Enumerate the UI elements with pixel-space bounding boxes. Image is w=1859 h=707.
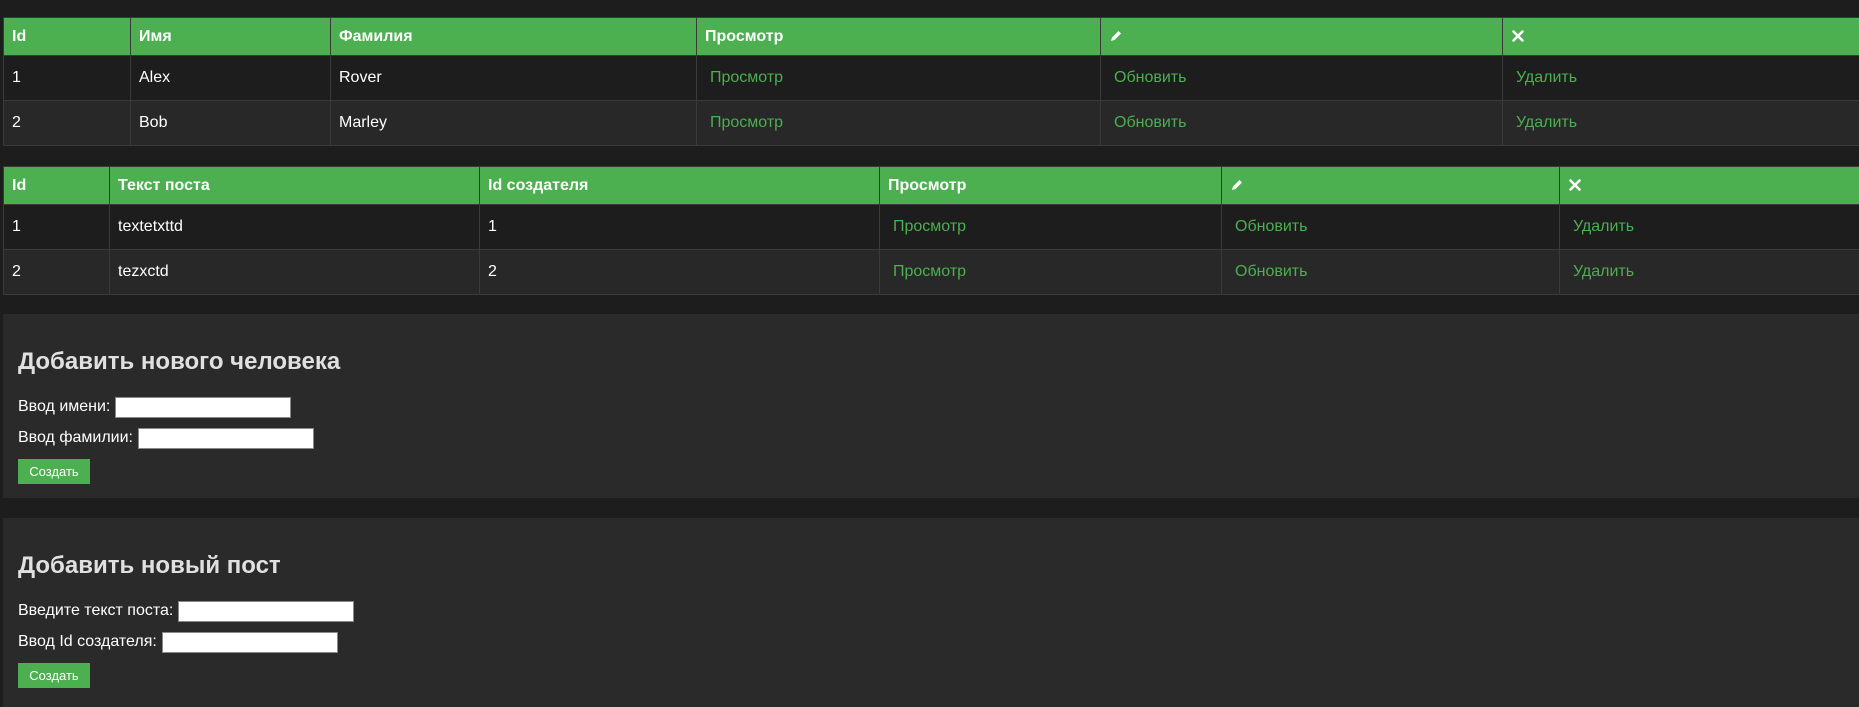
page: Id Имя Фамилия Просмотр 1 Alex Rover Про… xyxy=(0,0,1859,707)
post-text-label: Введите текст поста: xyxy=(18,602,174,619)
post-text-row: Введите текст поста: xyxy=(18,600,355,622)
first-name-row: Ввод имени: xyxy=(18,396,292,418)
table-row: 2 tezxctd 2 Просмотр Обновить Удалить xyxy=(3,249,1859,295)
cell-view: Просмотр xyxy=(879,249,1222,295)
create-post-button[interactable]: Создать xyxy=(18,663,90,688)
header-id: Id xyxy=(3,17,131,56)
posts-header-row: Id Текст поста Id создателя Просмотр xyxy=(3,166,1859,205)
header-first-name: Имя xyxy=(130,17,331,56)
cell-delete: Удалить xyxy=(1559,204,1859,250)
delete-link[interactable]: Удалить xyxy=(1511,69,1577,86)
delete-link[interactable]: Удалить xyxy=(1568,218,1634,235)
delete-link[interactable]: Удалить xyxy=(1511,114,1577,131)
header-view: Просмотр xyxy=(696,17,1101,56)
cell-first-name: Bob xyxy=(130,100,331,146)
table-row: 1 Alex Rover Просмотр Обновить Удалить xyxy=(3,55,1859,101)
update-link[interactable]: Обновить xyxy=(1109,114,1186,131)
view-link[interactable]: Просмотр xyxy=(705,69,783,86)
header-id: Id xyxy=(3,166,110,205)
cell-last-name: Marley xyxy=(330,100,697,146)
cell-first-name: Alex xyxy=(130,55,331,101)
header-delete xyxy=(1559,166,1859,205)
creator-id-input[interactable] xyxy=(161,631,338,653)
cell-post-text: textetxttd xyxy=(109,204,480,250)
first-name-label: Ввод имени: xyxy=(18,398,111,415)
users-table: Id Имя Фамилия Просмотр 1 Alex Rover Про… xyxy=(3,17,1859,146)
view-link[interactable]: Просмотр xyxy=(888,218,966,235)
cell-delete: Удалить xyxy=(1559,249,1859,295)
update-link[interactable]: Обновить xyxy=(1230,263,1307,280)
pencil-icon xyxy=(1232,180,1242,191)
cell-id: 1 xyxy=(3,204,110,250)
cell-view: Просмотр xyxy=(879,204,1222,250)
add-person-form: Добавить нового человека Ввод имени: Вво… xyxy=(3,314,1859,498)
close-icon xyxy=(1512,30,1524,43)
cell-update: Обновить xyxy=(1100,55,1503,101)
table-row: 1 textetxttd 1 Просмотр Обновить Удалить xyxy=(3,204,1859,250)
add-post-form: Добавить новый пост Введите текст поста:… xyxy=(3,518,1859,707)
update-link[interactable]: Обновить xyxy=(1109,69,1186,86)
creator-id-row: Ввод Id создателя: xyxy=(18,631,338,653)
create-person-button[interactable]: Создать xyxy=(18,459,90,484)
first-name-input[interactable] xyxy=(115,396,292,418)
cell-last-name: Rover xyxy=(330,55,697,101)
cell-creator-id: 1 xyxy=(479,204,880,250)
cell-delete: Удалить xyxy=(1502,100,1859,146)
view-link[interactable]: Просмотр xyxy=(705,114,783,131)
last-name-label: Ввод фамилии: xyxy=(18,429,133,446)
cell-view: Просмотр xyxy=(696,100,1101,146)
creator-id-label: Ввод Id создателя: xyxy=(18,633,157,650)
cell-update: Обновить xyxy=(1221,249,1560,295)
last-name-input[interactable] xyxy=(137,427,314,449)
table-row: 2 Bob Marley Просмотр Обновить Удалить xyxy=(3,100,1859,146)
cell-id: 1 xyxy=(3,55,131,101)
last-name-row: Ввод фамилии: xyxy=(18,427,314,449)
post-text-input[interactable] xyxy=(178,600,355,622)
view-link[interactable]: Просмотр xyxy=(888,263,966,280)
cell-view: Просмотр xyxy=(696,55,1101,101)
cell-post-text: tezxctd xyxy=(109,249,480,295)
users-header-row: Id Имя Фамилия Просмотр xyxy=(3,17,1859,56)
header-last-name: Фамилия xyxy=(330,17,697,56)
cell-update: Обновить xyxy=(1221,204,1560,250)
close-icon xyxy=(1569,179,1581,192)
header-edit xyxy=(1221,166,1560,205)
update-link[interactable]: Обновить xyxy=(1230,218,1307,235)
header-creator-id: Id создателя xyxy=(479,166,880,205)
cell-update: Обновить xyxy=(1100,100,1503,146)
cell-id: 2 xyxy=(3,249,110,295)
cell-id: 2 xyxy=(3,100,131,146)
posts-table: Id Текст поста Id создателя Просмотр 1 t… xyxy=(3,166,1859,295)
delete-link[interactable]: Удалить xyxy=(1568,263,1634,280)
header-post-text: Текст поста xyxy=(109,166,480,205)
header-view: Просмотр xyxy=(879,166,1222,205)
header-edit xyxy=(1100,17,1503,56)
header-delete xyxy=(1502,17,1859,56)
cell-delete: Удалить xyxy=(1502,55,1859,101)
pencil-icon xyxy=(1111,31,1121,42)
add-person-title: Добавить нового человека xyxy=(18,348,341,375)
cell-creator-id: 2 xyxy=(479,249,880,295)
add-post-title: Добавить новый пост xyxy=(18,552,281,579)
